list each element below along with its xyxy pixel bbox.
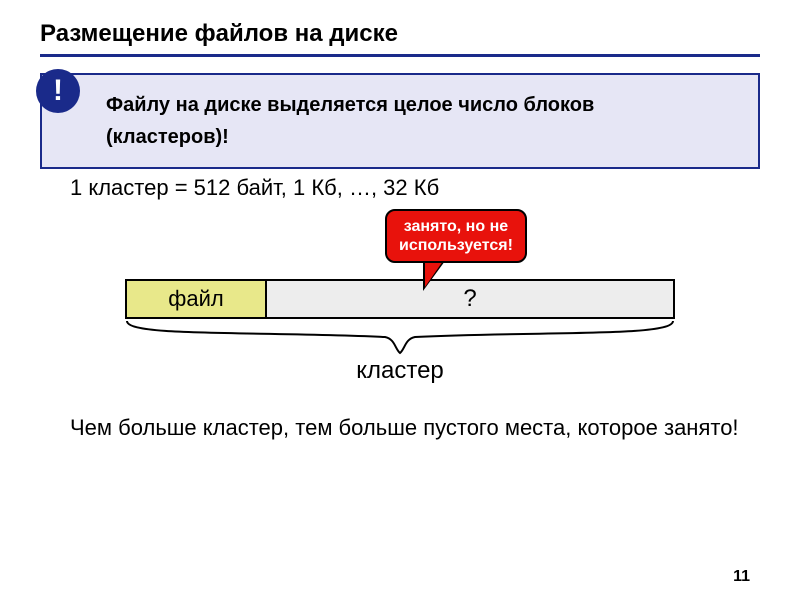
page-number: 11 (733, 568, 750, 586)
callout-box: ! Файлу на диске выделяется целое число … (40, 73, 760, 169)
title-divider (40, 54, 760, 57)
cluster-bar: файл ? (125, 279, 675, 319)
speech-line-1: занято, но не (399, 217, 513, 236)
callout-line-1: Файлу на диске выделяется целое число бл… (106, 89, 744, 121)
brace-icon (125, 319, 675, 355)
cluster-equation: 1 кластер = 512 байт, 1 Кб, …, 32 Кб (70, 175, 760, 201)
cluster-diagram: занято, но не используется! файл ? (125, 209, 675, 319)
bar-unused-segment: ? (267, 281, 673, 317)
speech-line-2: используется! (399, 236, 513, 255)
bar-file-segment: файл (127, 281, 267, 317)
slide-title: Размещение файлов на диске (40, 20, 760, 48)
speech-tail (425, 261, 443, 287)
speech-bubble: занято, но не используется! (385, 209, 527, 263)
exclamation-icon: ! (36, 69, 80, 113)
brace-label: кластер (40, 357, 760, 385)
callout-line-2: (кластеров)! (106, 121, 744, 153)
bottom-text: Чем больше кластер, тем больше пустого м… (70, 413, 740, 443)
